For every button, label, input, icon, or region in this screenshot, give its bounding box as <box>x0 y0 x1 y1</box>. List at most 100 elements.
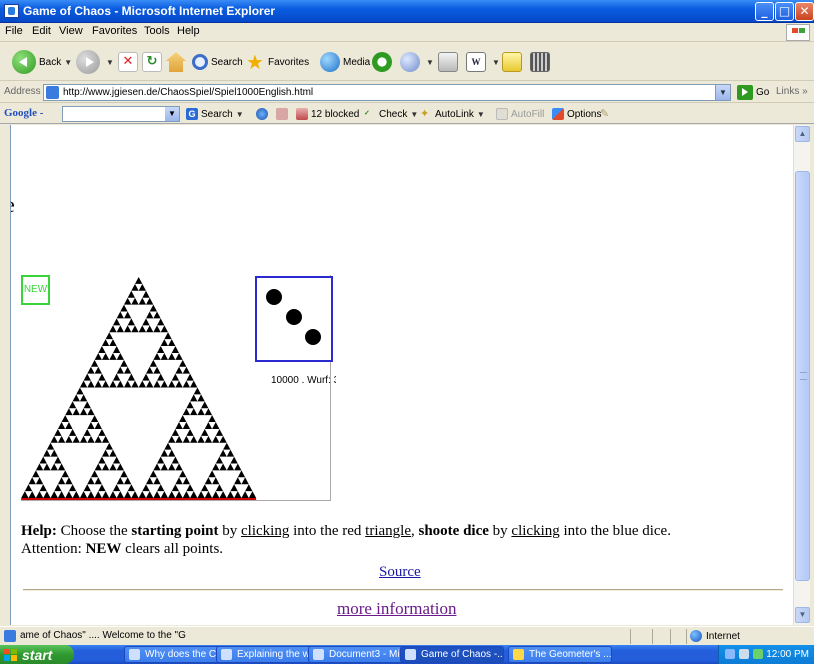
dice-pip <box>266 289 282 305</box>
more-information-link[interactable]: more information <box>337 599 456 619</box>
pencil-icon: ✎ <box>600 107 610 120</box>
autolink-label: AutoLink <box>435 108 474 120</box>
source-link[interactable]: Source <box>379 564 421 581</box>
autolink-icon: ✦ <box>420 107 430 120</box>
tray-icon[interactable] <box>753 649 763 659</box>
media-button[interactable]: Media <box>320 48 370 76</box>
search-button[interactable]: Search <box>192 48 243 76</box>
window-icon <box>221 649 232 660</box>
chevron-down-icon[interactable]: ▼ <box>106 58 114 67</box>
menu-file[interactable]: File <box>5 25 23 37</box>
window-title: Game of Chaos - Microsoft Internet Explo… <box>23 4 276 18</box>
home-button[interactable] <box>166 48 189 76</box>
window-icon <box>313 649 324 660</box>
links-button[interactable]: Links » <box>776 86 808 97</box>
scroll-down-button[interactable]: ▼ <box>795 607 810 623</box>
scroll-thumb[interactable] <box>795 171 810 581</box>
history-button[interactable] <box>372 48 395 76</box>
discuss-button[interactable] <box>502 48 525 76</box>
taskbar: start Why does the C... Explaining the w… <box>0 645 814 664</box>
chevron-down-icon[interactable]: ▼ <box>64 58 72 67</box>
vertical-scrollbar[interactable]: ▲ ▼ <box>793 125 810 625</box>
back-button[interactable]: Back ▼ <box>12 48 72 76</box>
spellcheck-button[interactable]: ✓ Check ▼ <box>364 108 418 120</box>
highlighter-button[interactable]: ✎ <box>600 108 615 120</box>
popup-blocker-button[interactable]: 12 blocked <box>296 108 359 120</box>
taskbar-item-active[interactable]: Game of Chaos -... <box>400 646 504 663</box>
start-label: start <box>22 646 53 663</box>
autolink-button[interactable]: ✦ AutoLink ▼ <box>420 108 485 120</box>
options-button[interactable]: Options <box>552 108 601 120</box>
chevron-down-icon[interactable]: ▼ <box>165 107 179 121</box>
help-text: Help: Choose the starting point by click… <box>21 522 761 558</box>
home-icon <box>166 52 186 72</box>
tray-icon[interactable] <box>725 649 735 659</box>
autofill-button[interactable]: AutoFill <box>496 108 544 120</box>
menu-favorites[interactable]: Favorites <box>92 25 137 37</box>
tray-icon[interactable] <box>739 649 749 659</box>
google-g-icon: G <box>186 108 198 120</box>
scroll-up-button[interactable]: ▲ <box>795 126 810 142</box>
google-nav-button[interactable] <box>256 108 271 120</box>
close-button[interactable]: ✕ <box>795 2 814 21</box>
help-line: Help: Choose the starting point by click… <box>21 522 761 540</box>
print-button[interactable] <box>438 48 461 76</box>
chevron-down-icon[interactable]: ▼ <box>715 85 730 100</box>
autofill-icon <box>496 108 508 120</box>
address-input[interactable]: http://www.jgiesen.de/ChaosSpiel/Spiel10… <box>43 84 731 101</box>
search-label: Search <box>211 56 243 68</box>
edit-button[interactable]: W ▼ <box>466 48 500 76</box>
help-text-fragment: into the red <box>289 523 366 539</box>
help-clicking: clicking <box>241 523 290 539</box>
google-search-button[interactable]: G Search ▼ <box>186 108 244 120</box>
messenger-button[interactable] <box>530 48 553 76</box>
status-bar: ame of Chaos" .... Welcome to the "G Int… <box>0 626 814 645</box>
google-search-input[interactable]: ▼ <box>62 106 180 122</box>
favorites-button[interactable]: ★ Favorites <box>245 48 309 76</box>
taskbar-item[interactable]: The Geometer's ... <box>508 646 612 663</box>
help-clicking: clicking <box>511 523 560 539</box>
stop-button[interactable]: ✕ <box>118 48 141 76</box>
dice[interactable] <box>255 276 333 362</box>
clock: 12:00 PM <box>766 649 809 660</box>
blocked-label: 12 blocked <box>311 108 360 120</box>
back-label: Back <box>39 56 62 68</box>
menu-edit[interactable]: Edit <box>32 25 51 37</box>
go-button[interactable]: Go <box>737 85 769 100</box>
title-bar[interactable]: Game of Chaos - Microsoft Internet Explo… <box>0 0 814 23</box>
chevron-down-icon[interactable]: ▼ <box>426 58 434 67</box>
start-button[interactable]: start <box>0 645 74 664</box>
chevron-down-icon[interactable]: ▼ <box>492 58 500 67</box>
spellcheck-icon: ✓ <box>364 110 370 117</box>
help-triangle: triangle <box>365 523 411 539</box>
search-icon <box>192 54 208 70</box>
maximize-button[interactable]: □ <box>775 2 794 21</box>
forward-button[interactable]: ▼ <box>76 48 114 76</box>
back-arrow-icon <box>12 50 36 74</box>
media-label: Media <box>343 56 371 68</box>
roll-counter: 10000 . Wurf: 3 <box>271 375 336 386</box>
ie-window: Game of Chaos - Microsoft Internet Explo… <box>0 0 814 664</box>
address-url[interactable]: http://www.jgiesen.de/ChaosSpiel/Spiel10… <box>63 87 313 98</box>
taskbar-item[interactable]: Explaining the w... <box>216 646 320 663</box>
minimize-button[interactable]: _ <box>755 2 774 21</box>
taskbar-item[interactable]: Document3 - Mic... <box>308 646 412 663</box>
menu-help[interactable]: Help <box>177 25 200 37</box>
globe-icon <box>690 630 702 642</box>
security-zone[interactable]: Internet <box>690 630 740 642</box>
menu-tools[interactable]: Tools <box>144 25 170 37</box>
horizontal-rule <box>23 589 783 591</box>
attention-new: NEW <box>85 541 122 557</box>
ie-app-icon[interactable] <box>4 4 19 18</box>
refresh-button[interactable]: ↻ <box>142 48 165 76</box>
attention-text: clears all points. <box>121 541 224 557</box>
taskbar-item[interactable]: Why does the C... <box>124 646 228 663</box>
refresh-icon: ↻ <box>142 52 162 72</box>
news-button[interactable] <box>276 108 291 120</box>
help-text-fragment: by <box>218 523 242 539</box>
menu-view[interactable]: View <box>59 25 83 37</box>
google-logo[interactable]: Google - <box>4 107 43 119</box>
mail-button[interactable]: ▼ <box>400 48 434 76</box>
scroll-grip-icon <box>800 372 807 380</box>
new-button[interactable]: NEW <box>21 275 50 305</box>
